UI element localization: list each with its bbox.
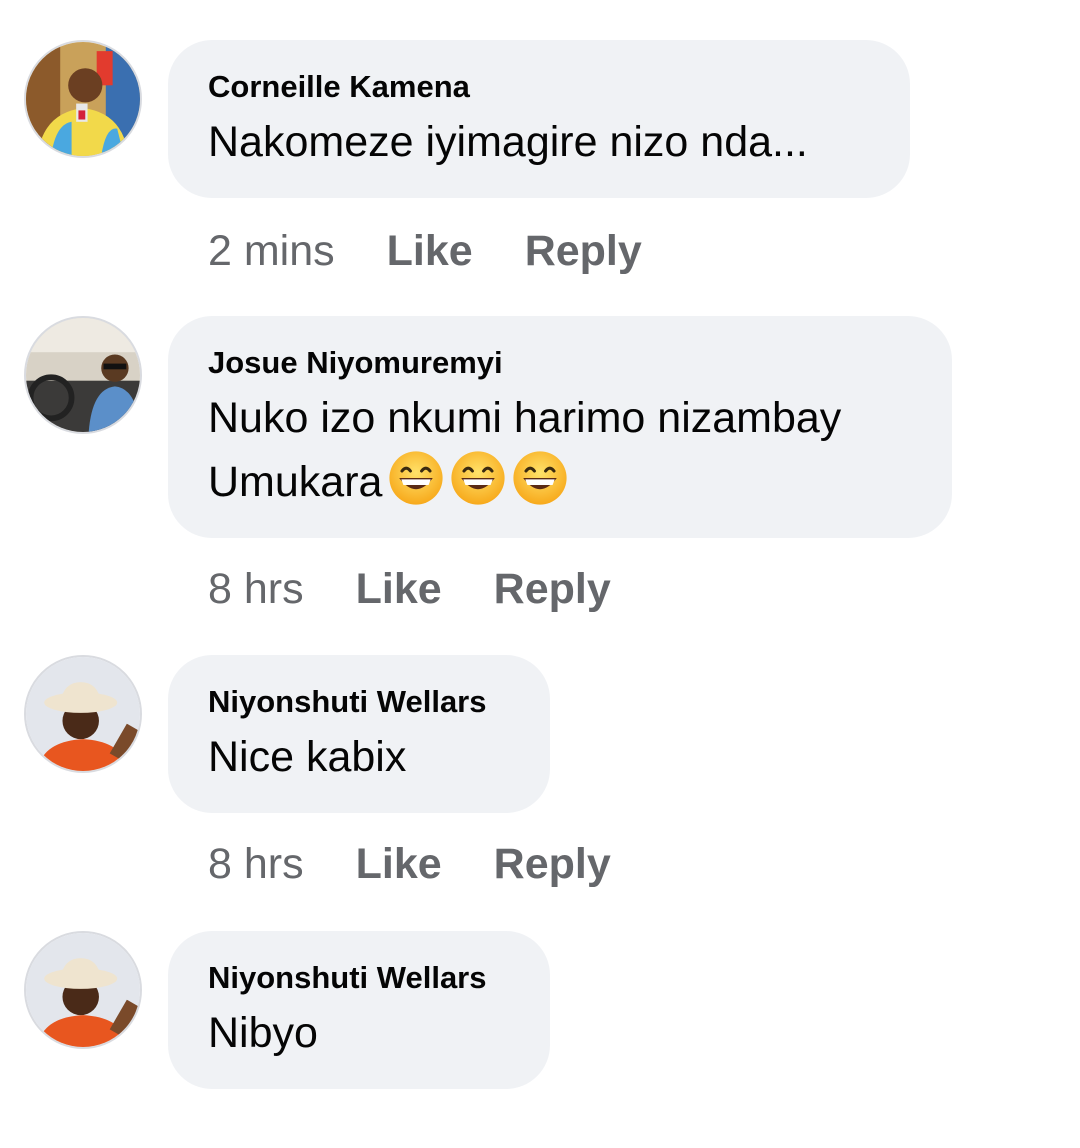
comment-timestamp[interactable]: 2 mins xyxy=(208,226,335,276)
comment-timestamp[interactable]: 8 hrs xyxy=(208,839,304,889)
comment-actions: 8 hrs Like Reply xyxy=(208,839,663,889)
comment-bubble: Niyonshuti Wellars Nibyo xyxy=(168,931,550,1089)
comment-bubble: Corneille Kamena Nakomeze iyimagire nizo… xyxy=(168,40,910,198)
comment-actions: 8 hrs Like Reply xyxy=(208,564,663,614)
like-button[interactable]: Like xyxy=(356,839,442,889)
avatar[interactable] xyxy=(24,931,142,1049)
avatar[interactable] xyxy=(24,40,142,158)
like-button[interactable]: Like xyxy=(356,564,442,614)
grinning-face-emoji xyxy=(389,451,444,505)
avatar-image xyxy=(26,933,140,1047)
comment-text-fragment: Umukara xyxy=(208,458,383,506)
avatar[interactable] xyxy=(24,316,142,434)
grinning-face-emoji xyxy=(513,451,568,505)
grinning-face-emoji xyxy=(451,451,506,505)
comment-actions: 2 mins Like Reply xyxy=(208,226,694,276)
comment-author[interactable]: Niyonshuti Wellars xyxy=(208,685,510,719)
comment-bubble: Niyonshuti Wellars Nice kabix xyxy=(168,655,550,813)
avatar-image xyxy=(26,318,140,432)
comment-timestamp[interactable]: 8 hrs xyxy=(208,564,304,614)
avatar-image xyxy=(26,42,140,156)
comment-bubble: Josue Niyomuremyi Nuko izo nkumi harimo … xyxy=(168,316,952,538)
comment-text-line: Nuko izo nkumi harimo nizambay xyxy=(208,394,842,442)
comment-author[interactable]: Josue Niyomuremyi xyxy=(208,346,912,380)
comment-text: Nibyo xyxy=(208,1009,318,1057)
avatar-image xyxy=(26,657,140,771)
reply-button[interactable]: Reply xyxy=(494,839,611,889)
comment-text: Nuko izo nkumi harimo nizambay Umukara xyxy=(208,386,912,514)
comment-text-line: Umukara xyxy=(208,450,912,514)
reply-button[interactable]: Reply xyxy=(494,564,611,614)
comment-author[interactable]: Corneille Kamena xyxy=(208,70,870,104)
comment-author[interactable]: Niyonshuti Wellars xyxy=(208,961,510,995)
avatar[interactable] xyxy=(24,655,142,773)
reply-button[interactable]: Reply xyxy=(525,226,642,276)
like-button[interactable]: Like xyxy=(387,226,473,276)
comment-text: Nakomeze iyimagire nizo nda... xyxy=(208,118,808,166)
comment-text: Nice kabix xyxy=(208,733,407,781)
